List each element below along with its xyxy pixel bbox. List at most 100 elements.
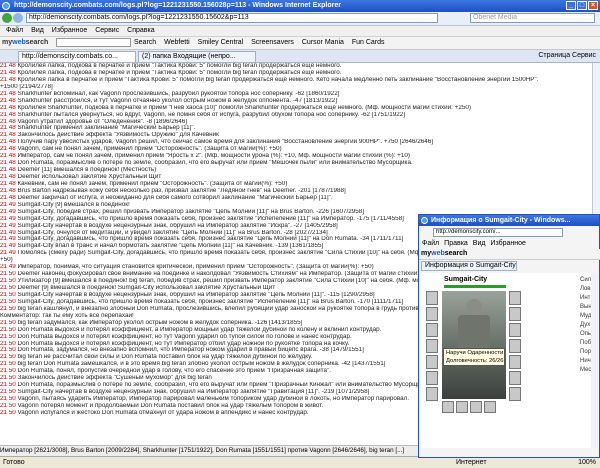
menu-tools[interactable]: Сервис xyxy=(95,26,119,36)
tooltip-durability: Долговечность: 26/26 xyxy=(446,358,504,364)
equipment-slot[interactable] xyxy=(426,307,438,321)
equipment-slot[interactable] xyxy=(509,323,521,337)
popup-menu-file[interactable]: Файл xyxy=(422,240,439,247)
tab-bar: http://demonscity.combats.co... (2) папк… xyxy=(0,50,600,63)
toolbar-search-button[interactable]: Search xyxy=(134,39,156,46)
log-time: 21 50 xyxy=(0,340,16,347)
log-time: 21 50 xyxy=(0,402,16,409)
address-input[interactable]: http://demonscity.combats.com/logs.pl?lo… xyxy=(26,13,438,23)
log-time: 21 50 xyxy=(0,271,16,278)
command-bar[interactable]: Страница Сервис xyxy=(538,52,596,59)
menu-file[interactable]: Файл xyxy=(6,26,23,36)
log-line: 21 48 Deemer закричал от испуга, и неожи… xyxy=(0,195,592,202)
log-time: 21 50 xyxy=(0,333,16,340)
log-time: 21 50 xyxy=(0,305,16,312)
log-time: 21 49 xyxy=(0,215,16,222)
equipment-slot[interactable] xyxy=(426,355,438,369)
log-text: Vagonn, пытаясь ударить Император, Импер… xyxy=(17,396,410,402)
equipment-slot[interactable] xyxy=(509,307,521,321)
bottom-equipment-slots xyxy=(442,401,510,417)
equipment-slot[interactable] xyxy=(442,401,454,413)
equipment-slot[interactable] xyxy=(509,355,521,369)
popup-menu-edit[interactable]: Правка xyxy=(444,240,468,247)
browser-titlebar: http://demonscity.combats.com/logs.pl?lo… xyxy=(0,0,600,12)
right-equipment-slots xyxy=(509,291,523,403)
toolbar-fun-cards[interactable]: Fun Cards xyxy=(352,39,385,46)
log-time: 21 50 xyxy=(0,347,16,354)
log-time: 21 50 xyxy=(0,382,16,389)
log-line: 21 49 Sumgait-City [9] вмешался в поедин… xyxy=(0,202,592,209)
log-time: 21 48 xyxy=(0,118,16,125)
log-text: Don Rumata выдохся и потерял коэффициент… xyxy=(17,333,352,340)
mywebsearch-toolbar: mywebsearch Search Webfetti Smiley Centr… xyxy=(0,37,600,50)
menu-view[interactable]: Вид xyxy=(31,26,44,36)
equipment-slot[interactable] xyxy=(484,401,496,413)
popup-address-input[interactable]: http://demonscity.com/... xyxy=(433,228,563,237)
browser-search-input[interactable]: Obenet Media xyxy=(470,13,595,23)
equipment-slot[interactable] xyxy=(426,291,438,305)
close-button[interactable]: × xyxy=(588,1,598,10)
equipment-slot[interactable] xyxy=(426,371,438,385)
log-line: 21 48 Кролилея лапка, подкова в перчатке… xyxy=(0,63,592,70)
log-text: Don Rumata, поразмыслив о потере по земл… xyxy=(17,160,413,167)
equipment-slot[interactable] xyxy=(470,401,482,413)
equipment-slot[interactable] xyxy=(456,401,468,413)
tooltip-item-name: Наручи Одаренности xyxy=(446,350,504,356)
ie-icon xyxy=(2,2,10,10)
log-line: 21 48 Vagonn утратил здоровье от "Оледен… xyxy=(0,119,592,126)
equipment-slot[interactable] xyxy=(426,339,438,353)
log-text: Deemer [9] вмешался в поединок! Sumgait-… xyxy=(17,285,276,291)
log-time: 21 49 xyxy=(0,250,16,257)
log-time: 21 50 xyxy=(0,375,16,382)
log-line: 21 48 Кролилея лапка, подкова в перчатке… xyxy=(0,70,592,77)
equipment-slot[interactable] xyxy=(509,291,521,305)
log-text: Комментатор: так ты ему хоть все перепах… xyxy=(0,312,134,319)
toolbar-smiley-central[interactable]: Smiley Central xyxy=(198,39,244,46)
equipment-slot[interactable] xyxy=(509,387,521,401)
popup-scrollbar[interactable] xyxy=(591,273,598,448)
maximize-button[interactable]: □ xyxy=(577,1,587,10)
log-time: 21 49 xyxy=(0,243,16,250)
popup-tab[interactable]: Информация о Sumgait-City xyxy=(421,261,517,271)
log-time: 21 49 xyxy=(0,201,16,208)
log-text: Don Rumata выдохся и потерял коэффициент… xyxy=(17,326,382,333)
log-text: Deemer наконец фокусировал свое внимание… xyxy=(17,271,432,278)
equipment-slot[interactable] xyxy=(426,323,438,337)
toolbar-screensavers[interactable]: Screensavers xyxy=(251,39,294,46)
toolbar-cursor-mania[interactable]: Cursor Mania xyxy=(302,39,344,46)
log-time: 21 48 xyxy=(0,174,16,180)
hp-bar xyxy=(444,285,506,288)
tab-combats-log[interactable]: http://demonscity.combats.co... xyxy=(18,51,136,62)
log-time: 21 48 xyxy=(0,180,16,187)
log-text: Sumgait-City, очнулся от медитации, и ув… xyxy=(17,229,328,236)
log-text: Vagonn, сам не понял зачем, применил при… xyxy=(17,146,282,153)
forward-button[interactable] xyxy=(13,13,23,23)
log-line: 21 48 Император, сам не понял зачем, при… xyxy=(0,153,592,160)
back-button[interactable] xyxy=(2,13,12,23)
status-done: Готово xyxy=(3,459,25,466)
log-line: 21 48 Sharkhunter применил заклинание "М… xyxy=(0,125,592,132)
tab-inbox[interactable]: (2) папка Входящие (непро... xyxy=(138,51,256,62)
menu-help[interactable]: Справка xyxy=(127,26,154,36)
popup-menu-view[interactable]: Вид xyxy=(473,240,486,247)
log-time: 21 48 xyxy=(0,167,16,174)
equipment-slot[interactable] xyxy=(426,387,438,401)
item-tooltip: Наручи Одаренности Долговечность: 26/26 xyxy=(443,348,505,366)
zoom-level[interactable]: 100% xyxy=(578,457,596,468)
log-text: Кролилея лапка, подкова в перчатке и при… xyxy=(17,69,342,76)
menu-bar: Файл Вид Избранное Сервис Справка xyxy=(0,26,600,37)
log-text: Deemer закричал от испуга, и неожиданно … xyxy=(17,194,333,201)
toolbar-webfetti[interactable]: Webfetti xyxy=(164,39,190,46)
log-text: Sumgait-City впал в транс и начал бормот… xyxy=(17,243,324,250)
log-line: 21 48 Don Rumata, поразмыслив о потере п… xyxy=(0,160,592,167)
log-time: 21 50 xyxy=(0,354,16,361)
minimize-button[interactable]: _ xyxy=(566,1,576,10)
log-text: big teran Don Rumata замешкался, и в это… xyxy=(17,361,386,368)
log-text: big teran не рассчитал свои силы и Don R… xyxy=(17,354,313,361)
mywebsearch-input[interactable] xyxy=(56,38,131,47)
log-text: Sumgait-City начертав в воздухе нецензур… xyxy=(17,222,338,229)
equipment-slot[interactable] xyxy=(509,339,521,353)
menu-favorites[interactable]: Избранное xyxy=(52,26,87,36)
popup-menu-favorites[interactable]: Избранное xyxy=(490,240,525,247)
equipment-slot[interactable] xyxy=(509,371,521,385)
